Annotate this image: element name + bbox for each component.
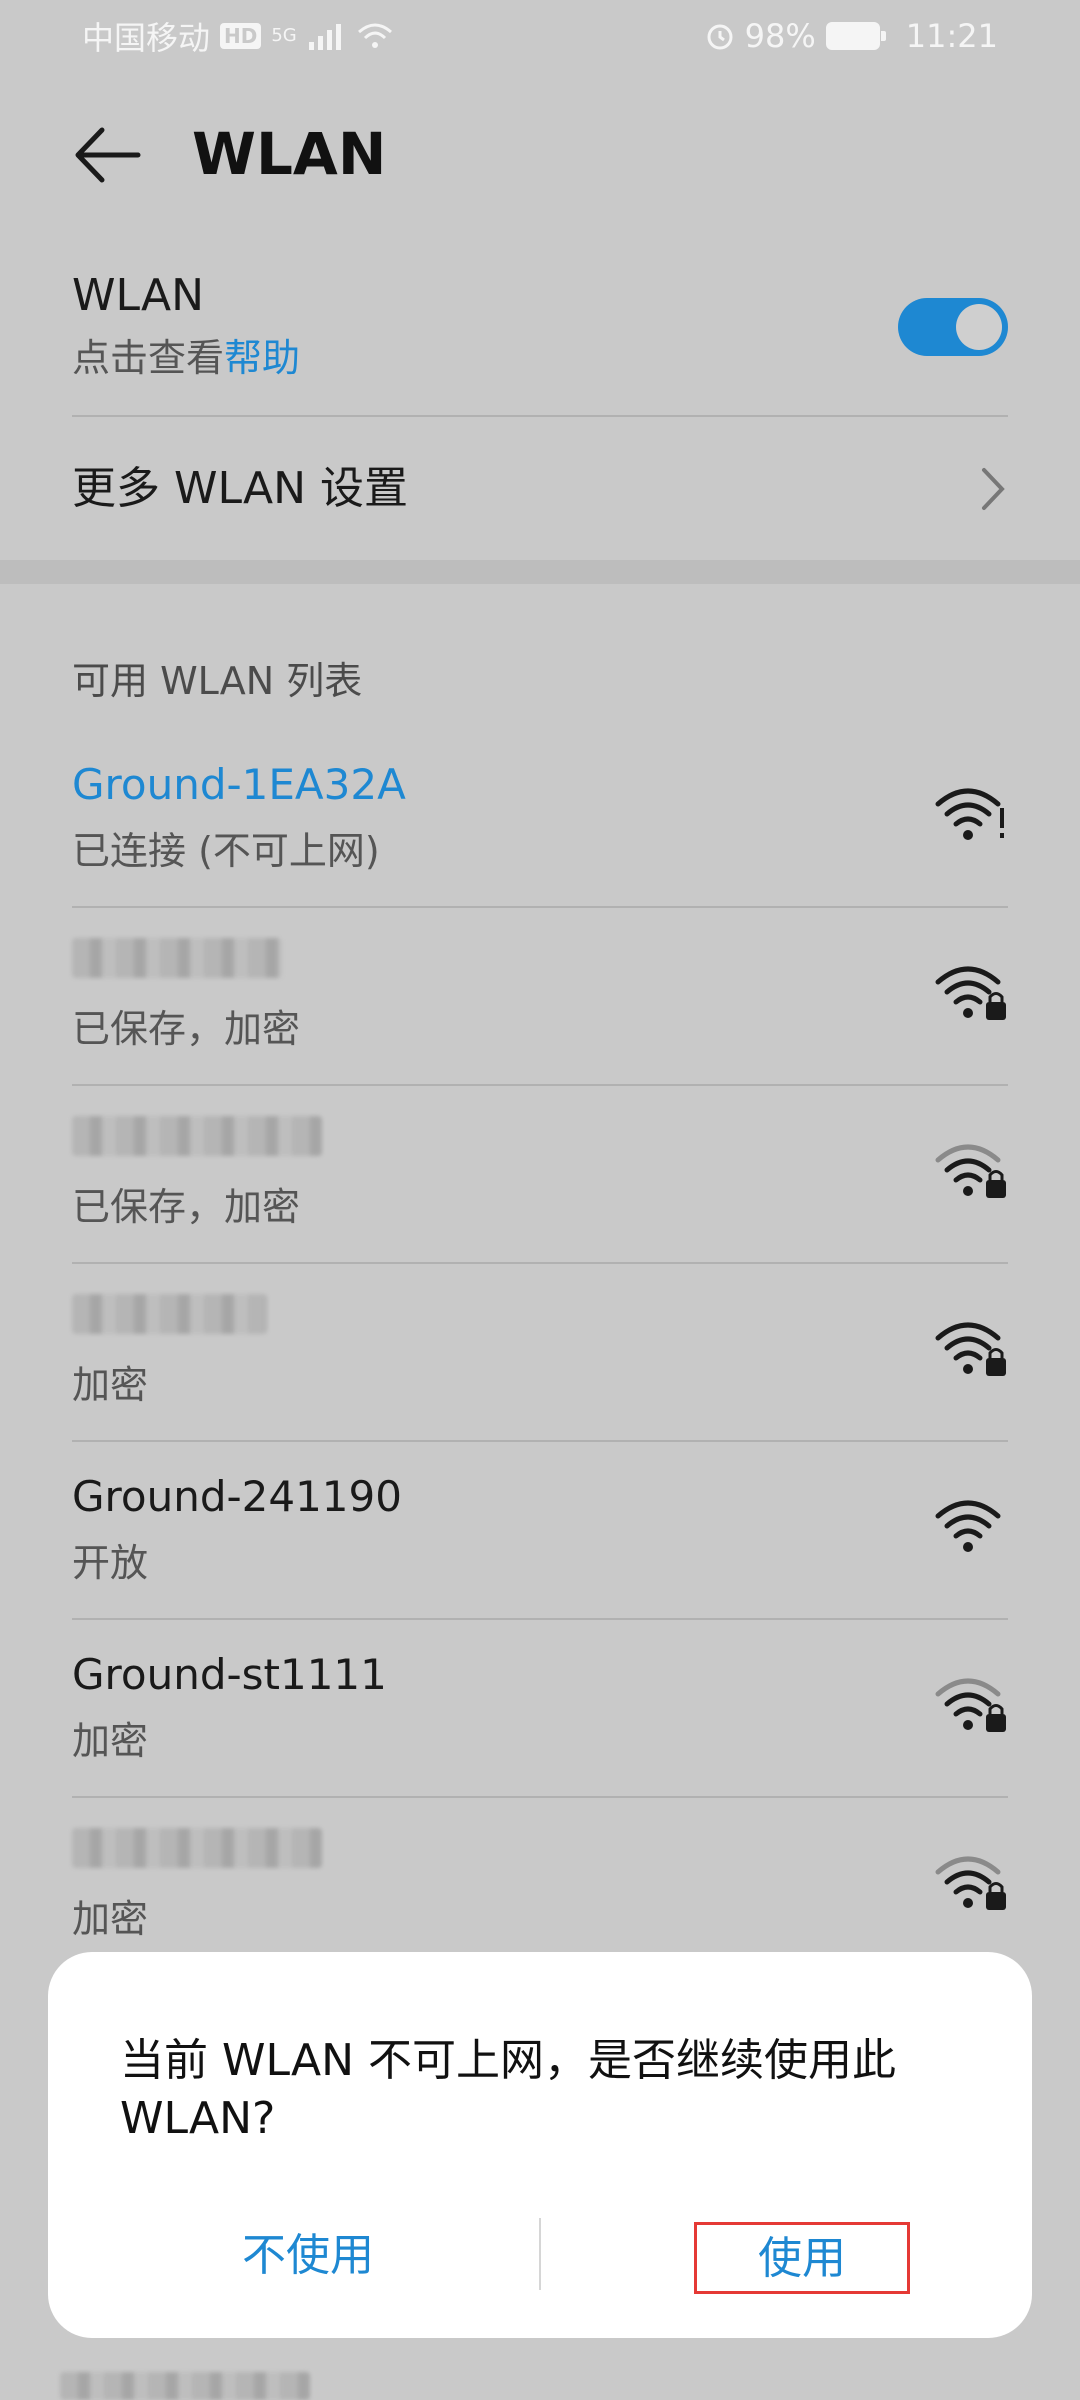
network-status: 开放 (72, 1541, 149, 1585)
pixelated-network-name (72, 938, 282, 978)
network-item[interactable]: 加密 (72, 1798, 1008, 1976)
network-name (72, 1294, 1008, 1348)
wlan-toggle-row[interactable]: WLAN 点击查看帮助 (72, 270, 1008, 415)
wifi-lock-icon (935, 966, 1006, 1020)
network-status: 已连接 (不可上网) (72, 829, 380, 873)
wifi-lock-icon (935, 1856, 1006, 1910)
app-header: WLAN (0, 100, 1080, 210)
pixelated-network-name (72, 1116, 322, 1156)
wlan-toggle-switch[interactable] (898, 298, 1008, 356)
network-status: 加密 (72, 1719, 149, 1763)
wifi-icon (935, 1500, 1001, 1552)
help-link[interactable]: 帮助 (224, 336, 300, 380)
clock: 11:21 (905, 17, 998, 55)
battery-icon (825, 22, 886, 50)
pixelated-network-name (60, 2372, 310, 2400)
network-name (72, 1116, 1008, 1170)
network-type-label: 5G (271, 25, 297, 46)
network-name: Ground-st1111 (72, 1650, 387, 1699)
status-bar-left: 中国移动 HD 5G (82, 13, 393, 59)
battery-percent: 98% (744, 17, 816, 55)
status-bar-right: 98% 11:21 (705, 17, 998, 55)
network-status: 已保存，加密 (72, 1007, 301, 1051)
network-name (72, 938, 1008, 992)
pixelated-network-name (72, 1294, 267, 1334)
network-status: 已保存，加密 (72, 1185, 301, 1229)
network-item[interactable]: 已保存，加密 (72, 908, 1008, 1086)
available-networks-header: 可用 WLAN 列表 (72, 659, 363, 703)
arrow-left-icon[interactable] (72, 124, 142, 186)
more-settings-label: 更多 WLAN 设置 (72, 463, 409, 514)
cancel-button[interactable]: 不使用 (198, 2222, 418, 2294)
network-name: Ground-1EA32A (72, 760, 406, 809)
alarm-icon (707, 24, 733, 50)
wifi-status-icon (357, 23, 392, 48)
dialog-button-divider (539, 2218, 541, 2290)
page-title: WLAN (192, 120, 387, 188)
more-wlan-settings-row[interactable]: 更多 WLAN 设置 (72, 418, 1008, 560)
help-prefix: 点击查看 (72, 336, 225, 380)
network-status: 加密 (72, 1363, 149, 1407)
toggle-knob (956, 304, 1002, 350)
network-name (72, 1828, 1008, 1882)
use-button[interactable]: 使用 (694, 2222, 910, 2294)
wifi-lock-icon (935, 1322, 1006, 1376)
pixelated-network-name (72, 1828, 322, 1868)
wlan-label: WLAN (72, 270, 205, 321)
divider (72, 415, 1008, 417)
network-item[interactable]: Ground-241190 开放 (72, 1442, 1008, 1620)
network-item[interactable]: Ground-st1111 加密 (72, 1620, 1008, 1798)
no-internet-dialog: 当前 WLAN 不可上网，是否继续使用此 WLAN? 不使用 使用 (48, 1952, 1032, 2338)
wifi-lock-icon (935, 1144, 1006, 1198)
network-name: Ground-241190 (72, 1472, 402, 1521)
hd-badge: HD (220, 23, 262, 49)
section-separator (0, 560, 1080, 584)
network-status: 加密 (72, 1897, 149, 1941)
network-list: Ground-1EA32A 已连接 (不可上网) 已保存，加密 已保存，加密 加… (72, 730, 1008, 1976)
carrier-label: 中国移动 (82, 19, 211, 57)
wlan-help-text: 点击查看帮助 (72, 327, 1008, 382)
dialog-message: 当前 WLAN 不可上网，是否继续使用此 WLAN? (120, 2035, 897, 2144)
network-item[interactable]: 已保存，加密 (72, 1086, 1008, 1264)
list-item-peek (60, 2372, 310, 2400)
signal-icon (308, 24, 341, 50)
network-item[interactable]: 加密 (72, 1264, 1008, 1442)
status-bar: 中国移动 HD 5G 98% 11:21 (0, 0, 1080, 72)
network-item[interactable]: Ground-1EA32A 已连接 (不可上网) (72, 730, 1008, 908)
chevron-right-icon (982, 468, 1005, 510)
wifi-lock-icon (935, 1678, 1006, 1732)
wifi-warning-icon (935, 788, 1004, 840)
